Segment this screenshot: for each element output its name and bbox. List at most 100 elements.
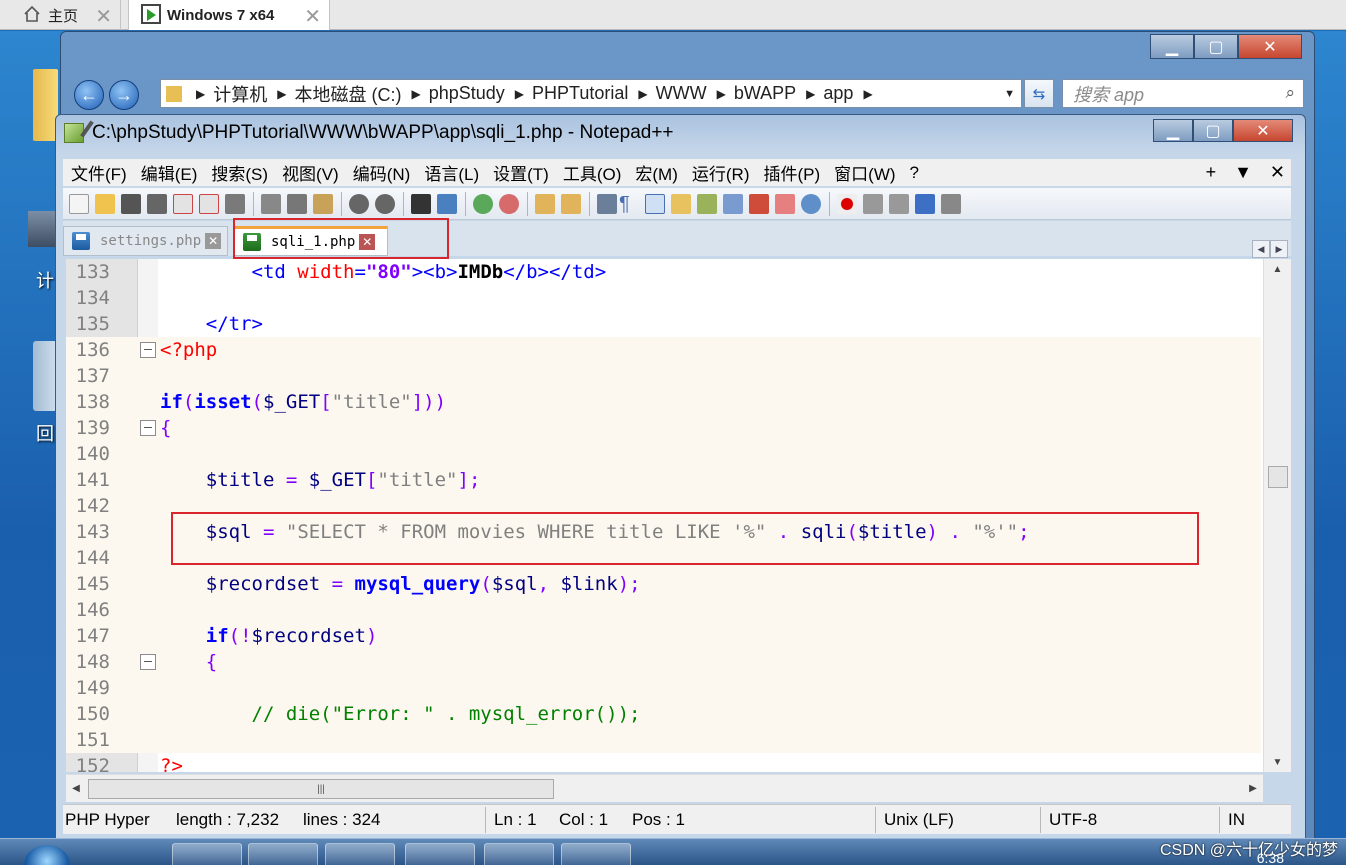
- redo-icon[interactable]: [375, 194, 395, 214]
- code-line[interactable]: 149: [66, 675, 1261, 701]
- minimize-button[interactable]: ▁: [1150, 34, 1194, 59]
- menu-view[interactable]: 视图(V): [282, 160, 339, 185]
- desktop-computer-icon[interactable]: [28, 211, 58, 247]
- close-icon[interactable]: ✕: [205, 233, 222, 249]
- breadcrumb-item[interactable]: phpStudy: [429, 83, 505, 104]
- doc-list-icon[interactable]: [723, 194, 743, 214]
- menu-run[interactable]: 运行(R): [692, 160, 750, 185]
- refresh-button[interactable]: ⇆: [1024, 79, 1054, 108]
- code-line[interactable]: 136 <?php: [66, 337, 1261, 363]
- search-icon[interactable]: ⌕: [1285, 83, 1295, 103]
- address-bar[interactable]: ▶ 计算机 ▶ 本地磁盘 (C:) ▶ phpStudy ▶ PHPTutori…: [160, 79, 1022, 108]
- taskbar-firefox-button[interactable]: [325, 843, 395, 865]
- close-button[interactable]: ✕: [1233, 119, 1293, 142]
- save-macro-icon[interactable]: [941, 194, 961, 214]
- code-line[interactable]: 134: [66, 285, 1261, 311]
- new-tab-icon[interactable]: +: [1206, 162, 1217, 183]
- forward-button[interactable]: →: [109, 80, 139, 110]
- save-all-icon[interactable]: [147, 194, 167, 214]
- code-line[interactable]: 148 {: [66, 649, 1261, 675]
- cut-icon[interactable]: [261, 194, 281, 214]
- code-line[interactable]: 150 // die("Error: " . mysql_error());: [66, 701, 1261, 727]
- scroll-thumb[interactable]: |||: [88, 779, 554, 799]
- doc-map-icon[interactable]: [697, 194, 717, 214]
- save-icon[interactable]: [121, 194, 141, 214]
- code-line[interactable]: 144: [66, 545, 1261, 571]
- play-macro-icon[interactable]: [889, 194, 909, 214]
- taskbar-notepadpp-button[interactable]: [561, 843, 631, 865]
- breadcrumb-item[interactable]: app: [823, 83, 853, 104]
- fold-toggle-icon[interactable]: [140, 342, 156, 358]
- monitoring-icon[interactable]: [801, 194, 821, 214]
- scroll-down-icon[interactable]: ▼: [1264, 752, 1291, 772]
- tab-sqli-1-php[interactable]: sqli_1.php ✕: [234, 226, 388, 256]
- scroll-up-icon[interactable]: ▲: [1264, 259, 1291, 279]
- stop-macro-icon[interactable]: [863, 194, 883, 214]
- close-button[interactable]: ✕: [1238, 34, 1302, 59]
- scroll-right-icon[interactable]: ▶: [1243, 775, 1263, 802]
- chevron-left-icon[interactable]: ◀: [1252, 240, 1270, 258]
- code-line[interactable]: 137: [66, 363, 1261, 389]
- close-doc-icon[interactable]: ✕: [1270, 162, 1285, 183]
- scroll-thumb[interactable]: [1268, 466, 1288, 488]
- breadcrumb-item[interactable]: PHPTutorial: [532, 83, 628, 104]
- code-line[interactable]: 147 if(!$recordset): [66, 623, 1261, 649]
- code-line[interactable]: 146: [66, 597, 1261, 623]
- start-orb-icon[interactable]: [24, 845, 70, 865]
- zoom-in-icon[interactable]: [473, 194, 493, 214]
- menu-edit[interactable]: 编辑(E): [141, 160, 198, 185]
- breadcrumb-item[interactable]: 本地磁盘 (C:): [294, 81, 401, 107]
- search-input[interactable]: 搜索 app ⌕: [1062, 79, 1304, 108]
- taskbar-app-button[interactable]: [248, 843, 318, 865]
- menu-help[interactable]: ?: [910, 163, 919, 183]
- menu-file[interactable]: 文件(F): [71, 160, 127, 185]
- chevron-right-icon[interactable]: ▶: [1270, 240, 1288, 258]
- code-line[interactable]: 151: [66, 727, 1261, 753]
- code-line[interactable]: 142: [66, 493, 1261, 519]
- fold-toggle-icon[interactable]: [140, 654, 156, 670]
- menu-settings[interactable]: 设置(T): [493, 160, 549, 185]
- status-encoding[interactable]: UTF-8: [1049, 810, 1097, 830]
- tab-list-icon[interactable]: ▼: [1234, 162, 1252, 183]
- maximize-button[interactable]: ▢: [1193, 119, 1233, 142]
- code-line[interactable]: 135 </tr>: [66, 311, 1261, 337]
- maximize-button[interactable]: ▢: [1194, 34, 1238, 59]
- taskbar-cmd-button[interactable]: [405, 843, 475, 865]
- code-line[interactable]: 145 $recordset = mysql_query($sql, $link…: [66, 571, 1261, 597]
- chevron-down-icon[interactable]: ▼: [1004, 88, 1015, 100]
- close-file-icon[interactable]: [173, 194, 193, 214]
- close-icon[interactable]: ✕: [359, 234, 376, 250]
- scroll-left-icon[interactable]: ◀: [66, 775, 86, 802]
- copy-icon[interactable]: [287, 194, 307, 214]
- taskbar-phpstudy-button[interactable]: [484, 843, 554, 865]
- folder-workspace-icon[interactable]: [775, 194, 795, 214]
- zoom-out-icon[interactable]: [499, 194, 519, 214]
- code-line[interactable]: 152 ?>: [66, 753, 1261, 772]
- horizontal-scrollbar[interactable]: ◀ ||| ▶: [66, 774, 1263, 802]
- code-line[interactable]: 143 $sql = "SELECT * FROM movies WHERE t…: [66, 519, 1261, 545]
- replace-icon[interactable]: [437, 194, 457, 214]
- desktop-recycle-bin-icon[interactable]: [33, 341, 57, 411]
- back-button[interactable]: ←: [74, 80, 104, 110]
- menu-search[interactable]: 搜索(S): [211, 160, 268, 185]
- breadcrumb-item[interactable]: 计算机: [213, 81, 267, 107]
- tab-settings-php[interactable]: settings.php ✕: [63, 226, 228, 256]
- sync-horizontal-icon[interactable]: [561, 194, 581, 214]
- run-macro-multiple-icon[interactable]: [915, 194, 935, 214]
- close-all-icon[interactable]: [199, 194, 219, 214]
- taskbar-explorer-button[interactable]: [172, 843, 242, 865]
- code-line[interactable]: 141 $title = $_GET["title"];: [66, 467, 1261, 493]
- code-editor[interactable]: 133 <td width="80"><b>IMDb</b></td> 134 13…: [66, 259, 1291, 772]
- open-file-icon[interactable]: [95, 194, 115, 214]
- menu-plugins[interactable]: 插件(P): [763, 160, 820, 185]
- status-eol[interactable]: Unix (LF): [884, 810, 954, 830]
- fold-toggle-icon[interactable]: [140, 420, 156, 436]
- breadcrumb-item[interactable]: bWAPP: [734, 83, 796, 104]
- vm-tab-home[interactable]: 主页 ✕: [0, 0, 121, 30]
- menu-macro[interactable]: 宏(M): [635, 160, 677, 185]
- show-all-chars-icon[interactable]: ¶: [619, 194, 639, 214]
- menu-encoding[interactable]: 编码(N): [353, 160, 411, 185]
- undo-icon[interactable]: [349, 194, 369, 214]
- close-icon[interactable]: ✕: [304, 4, 321, 29]
- code-line[interactable]: 140: [66, 441, 1261, 467]
